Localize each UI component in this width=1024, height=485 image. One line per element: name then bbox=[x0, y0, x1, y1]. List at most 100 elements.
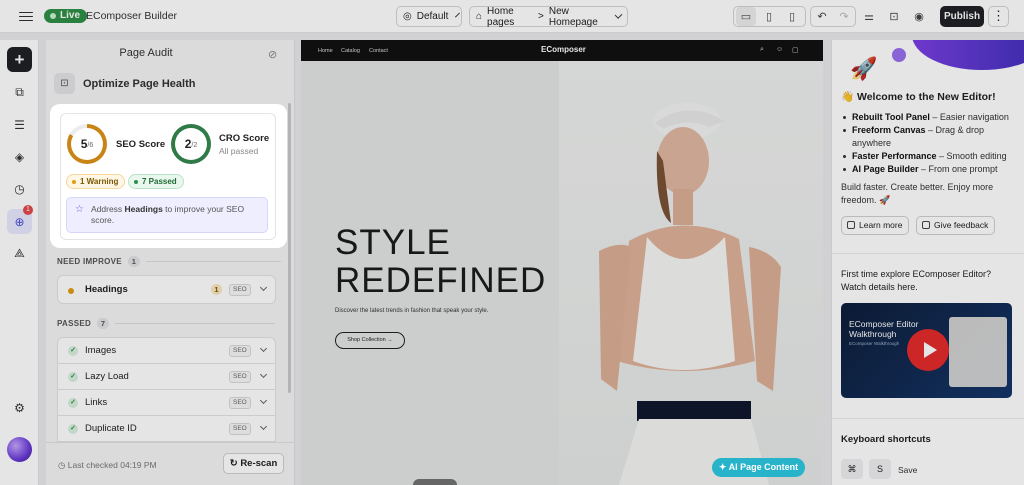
page-select[interactable]: ⌂ Home pages > New Homepage bbox=[469, 5, 628, 28]
chevron-down-icon[interactable] bbox=[259, 396, 268, 405]
rocket-icon: 🚀 bbox=[850, 56, 878, 81]
audit-item-duplicate-id[interactable]: ✓ Duplicate ID SEO bbox=[57, 415, 276, 442]
audit-item-name: Headings bbox=[85, 284, 128, 295]
live-badge: Live bbox=[44, 9, 88, 23]
ai-page-content-button[interactable]: ✦ AI Page Content bbox=[712, 458, 805, 477]
desktop-icon[interactable]: ▭ bbox=[736, 7, 756, 26]
feature-title: Rebuilt Tool Panel bbox=[852, 112, 930, 122]
section-divider bbox=[115, 323, 276, 324]
cro-score-value: 2 bbox=[184, 137, 192, 151]
divider bbox=[831, 418, 1024, 419]
check-icon: ✓ bbox=[68, 424, 78, 434]
panel-scrollbar[interactable] bbox=[288, 103, 291, 393]
welcome-title: 👋 Welcome to the New Editor! bbox=[841, 91, 996, 103]
tagline: Build faster. Create better. Enjoy more … bbox=[841, 182, 994, 205]
nav-link-catalog[interactable]: Catalog bbox=[341, 48, 360, 54]
chevron-down-icon[interactable] bbox=[259, 422, 268, 431]
command-key: ⌘ bbox=[841, 459, 863, 479]
layout-icon[interactable]: ☰ bbox=[7, 112, 32, 137]
search-icon[interactable]: ⌕ bbox=[760, 46, 764, 54]
undo-icon[interactable]: ↶ bbox=[812, 7, 832, 26]
home-icon: ⌂ bbox=[476, 11, 483, 22]
warning-pill[interactable]: 1 Warning bbox=[66, 174, 126, 189]
chevron-down-icon[interactable] bbox=[259, 283, 268, 292]
need-improve-label: NEED IMPROVE bbox=[57, 257, 122, 266]
cro-score-label: CRO Score bbox=[219, 133, 270, 144]
give-feedback-button[interactable]: Give feedback bbox=[916, 216, 996, 235]
cart-icon[interactable]: ▢ bbox=[792, 46, 799, 54]
settings-sliders-icon[interactable]: ⚌ bbox=[859, 7, 879, 26]
feature-desc: – From one prompt bbox=[918, 164, 998, 174]
redo-icon[interactable]: ↷ bbox=[834, 7, 854, 26]
hero-description: Discover the latest trends in fashion th… bbox=[335, 308, 489, 314]
publish-button[interactable]: Publish bbox=[940, 6, 984, 27]
tablet-icon[interactable]: ▯ bbox=[759, 7, 779, 26]
model-photo bbox=[599, 103, 781, 485]
warning-dot-icon bbox=[68, 288, 74, 294]
play-icon[interactable] bbox=[907, 329, 949, 371]
seo-tag: SEO bbox=[229, 423, 251, 435]
audit-item-images[interactable]: ✓ Images SEO bbox=[57, 337, 276, 364]
editor-canvas[interactable]: Home Catalog Contact EComposer ⌕ ☺ ▢ STY… bbox=[301, 40, 823, 485]
passed-label: PASSED bbox=[57, 319, 92, 328]
audit-item-name: Duplicate ID bbox=[85, 423, 137, 434]
app-name: EComposer Builder bbox=[86, 10, 178, 22]
audit-item-name: Images bbox=[85, 345, 117, 356]
shortcut-action: Save bbox=[898, 465, 918, 475]
learn-more-button[interactable]: Learn more bbox=[841, 216, 910, 235]
audit-item-lazy-load[interactable]: ✓ Lazy Load SEO bbox=[57, 363, 276, 390]
issue-count-badge: 1 bbox=[211, 284, 222, 295]
apps-icon[interactable]: ⟁ bbox=[7, 241, 32, 266]
seo-tag: SEO bbox=[229, 397, 251, 409]
breadcrumb-separator: > bbox=[538, 11, 544, 22]
feature-item: Freeform Canvas – Drag & drop anywhere bbox=[843, 124, 1013, 150]
tip-text-bold: Headings bbox=[124, 204, 163, 214]
chevron-down-icon bbox=[455, 12, 461, 18]
star-icon: ☆ bbox=[75, 204, 84, 215]
nav-link-contact[interactable]: Contact bbox=[369, 48, 388, 54]
learn-more-label: Learn more bbox=[859, 220, 903, 230]
add-element-button[interactable]: + bbox=[7, 47, 32, 72]
template-select[interactable]: ◎ Default bbox=[396, 6, 462, 27]
audit-icon[interactable]: ⊡ bbox=[884, 7, 904, 26]
nav-link-home[interactable]: Home bbox=[318, 48, 333, 54]
cro-score-ring: 2/2 bbox=[171, 124, 211, 164]
book-icon bbox=[847, 221, 855, 229]
rescan-button[interactable]: ↻ Re-scan bbox=[223, 453, 284, 474]
feature-desc: – Smooth editing bbox=[936, 151, 1007, 161]
gear-icon[interactable]: ⚙ bbox=[7, 395, 32, 420]
audit-item-links[interactable]: ✓ Links SEO bbox=[57, 389, 276, 416]
bottom-drawer-handle[interactable] bbox=[413, 479, 457, 485]
walkthrough-video[interactable]: EComposer Editor Walkthrough EComposer W… bbox=[841, 303, 1012, 398]
sections-icon[interactable]: ⧉ bbox=[7, 80, 32, 105]
mobile-icon[interactable]: ▯ bbox=[782, 7, 802, 26]
passed-pill[interactable]: 7 Passed bbox=[128, 174, 184, 189]
layers-icon[interactable]: ◈ bbox=[7, 144, 32, 169]
tip-text-pre: Address bbox=[91, 204, 125, 214]
more-options-button[interactable]: ⋮ bbox=[988, 6, 1009, 27]
chevron-down-icon[interactable] bbox=[259, 344, 268, 353]
panel-subtitle: Optimize Page Health bbox=[83, 77, 196, 90]
panel-title: Page Audit bbox=[119, 47, 173, 59]
feature-desc: – Easier navigation bbox=[929, 112, 1009, 122]
feature-item: Rebuilt Tool Panel – Easier navigation bbox=[843, 111, 1013, 124]
page-group-label: Home pages bbox=[487, 5, 515, 28]
shortcuts-title: Keyboard shortcuts bbox=[841, 434, 931, 445]
health-icon: ⊡ bbox=[54, 73, 75, 94]
account-icon[interactable]: ☺ bbox=[776, 46, 783, 53]
menu-icon[interactable] bbox=[19, 9, 33, 23]
preview-eye-icon[interactable]: ◉ bbox=[909, 7, 929, 26]
passed-count: 7 bbox=[97, 318, 110, 329]
top-bar: Live EComposer Builder ◎ Default ⌂ Home … bbox=[0, 0, 1024, 33]
audit-item-headings[interactable]: Headings 1 SEO bbox=[57, 275, 276, 304]
shop-collection-button[interactable]: Shop Collection → bbox=[335, 332, 405, 349]
unpin-icon[interactable]: ⊘ bbox=[268, 48, 277, 61]
feature-title: Faster Performance bbox=[852, 151, 937, 161]
ai-assistant-orb[interactable] bbox=[7, 437, 32, 462]
cro-status: All passed bbox=[219, 146, 259, 156]
last-checked-text: ◷ Last checked 04:19 PM bbox=[58, 460, 157, 471]
chevron-down-icon[interactable] bbox=[259, 370, 268, 379]
check-icon: ✓ bbox=[68, 346, 78, 356]
feature-title: Freeform Canvas bbox=[852, 125, 926, 135]
history-icon[interactable]: ◷ bbox=[7, 176, 32, 201]
